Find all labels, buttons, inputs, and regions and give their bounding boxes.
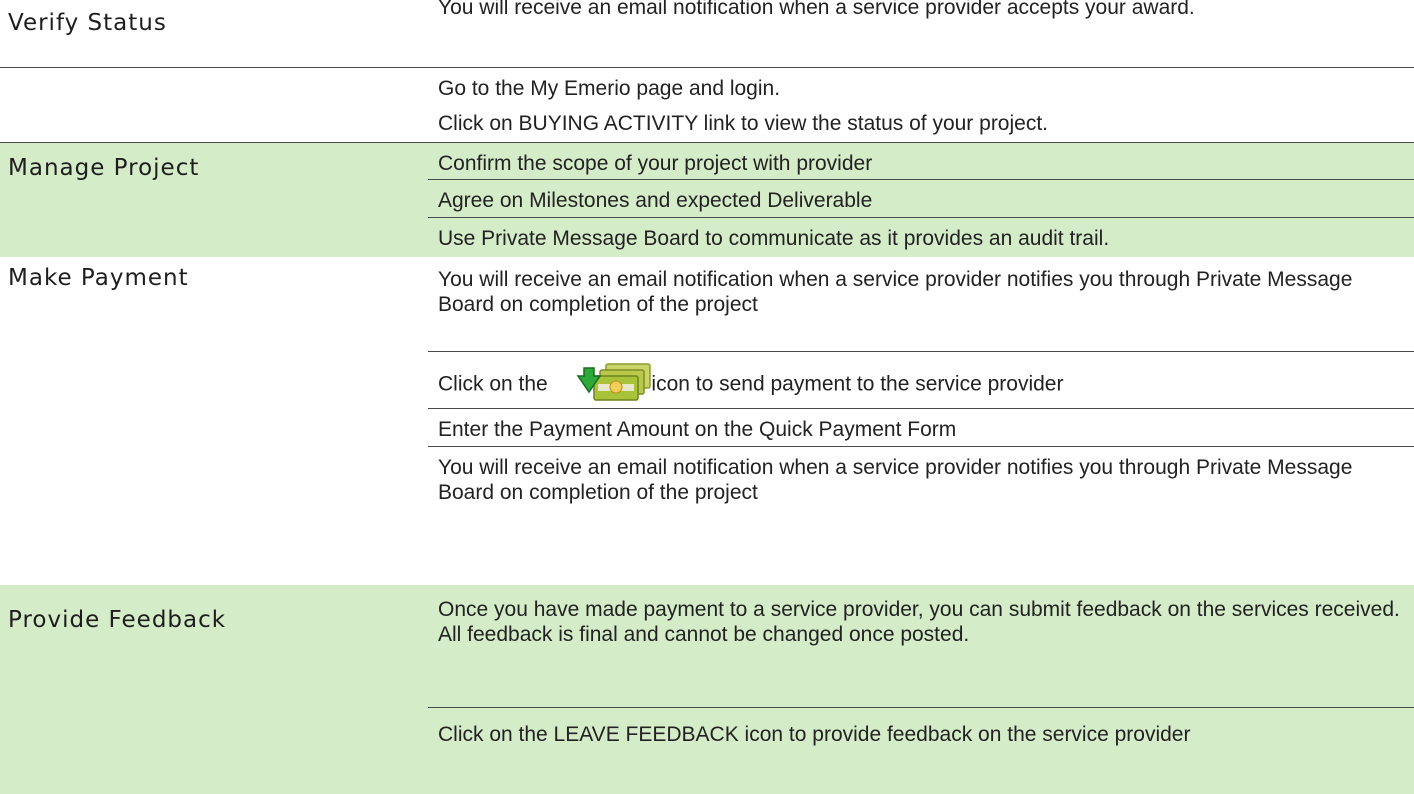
section-manage-project: Manage Project Confirm the scope of your… — [0, 142, 1414, 258]
section-label: Verify Status — [8, 10, 167, 36]
step-text: Enter the Payment Amount on the Quick Pa… — [428, 408, 1414, 446]
section-make-payment: Make Payment You will receive an email n… — [0, 257, 1414, 586]
step-text: Click on the LEAVE FEEDBACK icon to prov… — [428, 707, 1414, 747]
step-text: You will receive an email notification w… — [438, 268, 1353, 316]
step-text: Agree on Milestones and expected Deliver… — [428, 179, 1414, 216]
step-text: You will receive an email notification w… — [438, 0, 1195, 19]
step-text-after: icon to send payment to the service prov… — [651, 372, 1064, 396]
step-text: Click on BUYING ACTIVITY link to view th… — [438, 112, 1049, 135]
section-label: Manage Project — [8, 155, 200, 181]
payment-icon[interactable] — [576, 362, 654, 401]
step-text: Go to the My Emerio page and login. — [428, 67, 1414, 105]
section-verify-status: Verify Status You will receive an email … — [0, 0, 1414, 68]
section-label: Make Payment — [8, 265, 189, 291]
section-label: Provide Feedback — [8, 607, 227, 633]
step-text: Use Private Message Board to communicate… — [428, 217, 1414, 251]
step-text-before: Click on the — [438, 372, 548, 396]
step-payment-instruction: Click on the icon to send payment to the… — [428, 351, 1414, 407]
step-text: Once you have made payment to a service … — [438, 598, 1400, 646]
section-provide-feedback: Provide Feedback Once you have made paym… — [0, 585, 1414, 794]
step-text: You will receive an email notification w… — [428, 446, 1414, 505]
step-text: Confirm the scope of your project with p… — [438, 152, 873, 175]
